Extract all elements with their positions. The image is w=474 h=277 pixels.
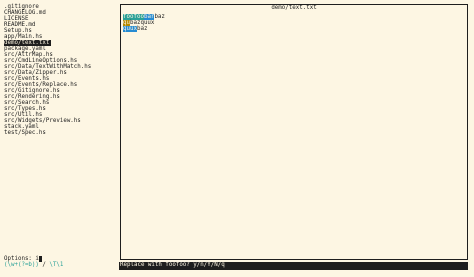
preview-pane: demo/text.txt foofoobarbaz qubazquux quuxb… [120,4,468,260]
search-pattern[interactable]: (\w+(?=b)) [4,262,39,268]
input-panel: Options: i (\w+(?=b)) / \T\1 [4,256,63,268]
file-item[interactable]: test/Spec.hs [4,130,114,136]
file-list: .gitignore CHANGELOG.md LICENSE README.md Se… [4,4,114,136]
preview-line: quuxbaz [123,26,165,32]
replacement-text[interactable]: \T\1 [49,262,63,268]
match-highlight: quux [123,26,137,32]
preview-content: foofoobarbaz qubazquux quuxbaz [123,14,165,32]
status-bar: Replace with foofoo? y/n/Y/N/q [119,262,468,270]
plain-text: baz [136,26,148,32]
preview-title: demo/text.txt [271,5,317,11]
search-separator: / [38,262,50,268]
plain-text: baz [154,14,165,20]
search-row[interactable]: (\w+(?=b)) / \T\1 [4,262,63,268]
